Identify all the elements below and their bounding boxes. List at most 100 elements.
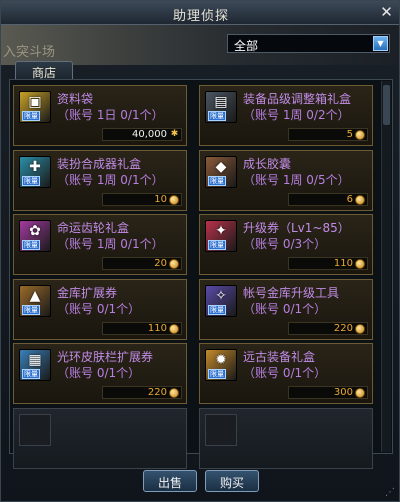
item-icon-glyph: ▤ [214,94,228,110]
price-bar: 110 [102,321,182,335]
synthesizer-box-icon[interactable]: ✚ 限量 [19,155,51,188]
item-name: 成长胶囊 [243,156,292,171]
item-icon-glyph: ▲ [29,287,41,304]
item-icon-glyph: ▣ [28,94,42,110]
coin-icon [355,130,365,140]
buy-button[interactable]: 购买 [205,470,259,492]
resize-grip-icon[interactable]: ⋰ [385,487,395,498]
item-purchase-limit: （账号 0/1个） [57,366,141,381]
equipment-chest-icon[interactable]: ▤ 限量 [205,91,237,123]
empty-item-slot [13,408,187,469]
price-bar: 5 [288,128,368,141]
item-name: 光环皮肤栏扩展券 [57,350,154,365]
item-name: 升级券（Lv1~85） [243,221,350,236]
price-bar: 220 [102,386,182,400]
item-purchase-limit: （账号 0/1个） [243,366,327,381]
shop-item-card[interactable]: ✦ 限量 升级券（Lv1~85） （账号 0/3个） 110 [199,214,373,276]
item-price: 110 [333,258,353,270]
price-bar: 20 [102,257,182,271]
item-price: 10 [154,193,167,205]
limited-badge: 限量 [22,240,40,251]
item-name: 金库扩展券 [57,285,118,300]
price-bar: 6 [288,192,368,206]
coin-icon [355,323,365,334]
fate-gear-box-icon[interactable]: ✿ 限量 [19,220,51,253]
item-price: 5 [346,129,353,140]
shop-item-card[interactable]: ✿ 限量 命运齿轮礼盒 （账号 1周 0/1个） 20 [13,214,187,276]
shop-item-card[interactable]: ✧ 限量 帐号金库升级工具 （账号 0/1个） 220 [199,278,373,340]
shop-item-card[interactable]: ▲ 限量 金库扩展券 （账号 0/1个） 110 [13,278,187,340]
gold-box-icon[interactable]: ▣ 限量 [19,91,51,123]
item-name: 装备品级调整箱礼盒 [243,92,352,106]
price-bar: 10 [102,192,182,206]
level-ticket-icon[interactable]: ✦ 限量 [205,220,237,253]
item-purchase-limit: （账号 1日 0/1个） [57,108,164,122]
item-purchase-limit: （账号 1周 0/5个） [243,172,350,187]
price-bar: 220 [288,321,368,335]
coin-icon [355,388,365,399]
item-purchase-limit: （账号 1周 0/1个） [57,172,164,187]
coin-icon [169,323,179,334]
coin-icon [169,388,179,399]
item-price: 40,000 [132,129,167,140]
item-name: 命运齿轮礼盒 [57,221,130,236]
empty-slot-icon [19,414,51,446]
item-price: 220 [147,387,167,399]
item-price: 300 [333,387,353,399]
coin-icon [355,259,365,270]
buy-button-label: 购买 [219,476,244,490]
limited-badge: 限量 [208,369,226,380]
limited-badge: 限量 [22,175,40,186]
shop-item-card[interactable]: ▦ 限量 光环皮肤栏扩展券 （账号 0/1个） 220 [13,343,187,405]
window-title: 助理侦探 [172,9,229,24]
shop-item-card[interactable]: ✚ 限量 装扮合成器礼盒 （账号 1周 0/1个） 10 [13,149,187,211]
item-name: 远古装备礼盒 [243,350,316,365]
shop-item-card[interactable]: ✹ 限量 远古装备礼盒 （账号 0/1个） 300 [199,343,373,405]
empty-slot-icon [205,414,237,446]
item-icon-glyph: ✿ [29,223,41,240]
limited-badge: 限量 [208,111,226,121]
close-icon[interactable]: ✕ [378,4,395,21]
item-price: 20 [154,258,167,270]
item-list-scrollbar[interactable] [381,81,391,452]
sell-button-label: 出售 [157,476,182,490]
item-purchase-limit: （账号 0/1个） [243,301,327,316]
item-icon-glyph: ✦ [215,223,227,240]
item-price: 110 [147,322,167,334]
item-purchase-limit: （账号 1周 0/1个） [57,237,164,252]
item-price: 220 [333,322,353,334]
item-purchase-limit: （账号 1周 0/2个） [243,108,350,122]
coin-icon [169,259,179,270]
item-icon-glyph: ✧ [215,287,227,304]
title-bar[interactable]: 助理侦探 ✕ [1,1,399,25]
shop-item-card[interactable]: ▣ 限量 资料袋 （账号 1日 0/1个） 40,000 ✱ [13,85,187,146]
item-icon-glyph: ▦ [28,352,42,369]
limited-badge: 限量 [208,240,226,251]
account-vault-tool-icon[interactable]: ✧ 限量 [205,284,237,317]
shop-item-card[interactable]: ◆ 限量 成长胶囊 （账号 1周 0/5个） 6 [199,149,373,211]
item-purchase-limit: （账号 0/1个） [57,301,141,316]
category-filter-dropdown[interactable]: 全部 ▼ [227,34,390,53]
background-text: 入突斗场 [3,45,56,60]
ancient-equipment-box-icon[interactable]: ✹ 限量 [205,349,237,382]
tab-shop[interactable]: 商店 [15,61,73,80]
sell-button[interactable]: 出售 [143,470,197,492]
vault-expand-icon[interactable]: ▲ 限量 [19,284,51,317]
scrollbar-thumb[interactable] [383,85,390,125]
coin-icon [355,194,365,205]
aura-skin-slot-icon[interactable]: ▦ 限量 [19,349,51,382]
shop-item-card[interactable]: ▤ 限量 装备品级调整箱礼盒 （账号 1周 0/2个） 5 [199,85,373,146]
limited-badge: 限量 [208,304,226,315]
growth-capsule-icon[interactable]: ◆ 限量 [205,155,237,188]
item-name: 帐号金库升级工具 [243,285,340,300]
limited-badge: 限量 [22,369,40,380]
limited-badge: 限量 [22,111,40,121]
coin-icon [169,194,179,205]
item-icon-glyph: ✹ [215,352,227,369]
empty-item-slot [199,408,373,469]
item-icon-glyph: ✚ [29,158,41,175]
item-icon-glyph: ◆ [215,158,227,175]
item-name: 装扮合成器礼盒 [57,156,142,171]
chevron-down-icon[interactable]: ▼ [373,36,388,51]
filter-selected-value: 全部 [234,39,259,53]
